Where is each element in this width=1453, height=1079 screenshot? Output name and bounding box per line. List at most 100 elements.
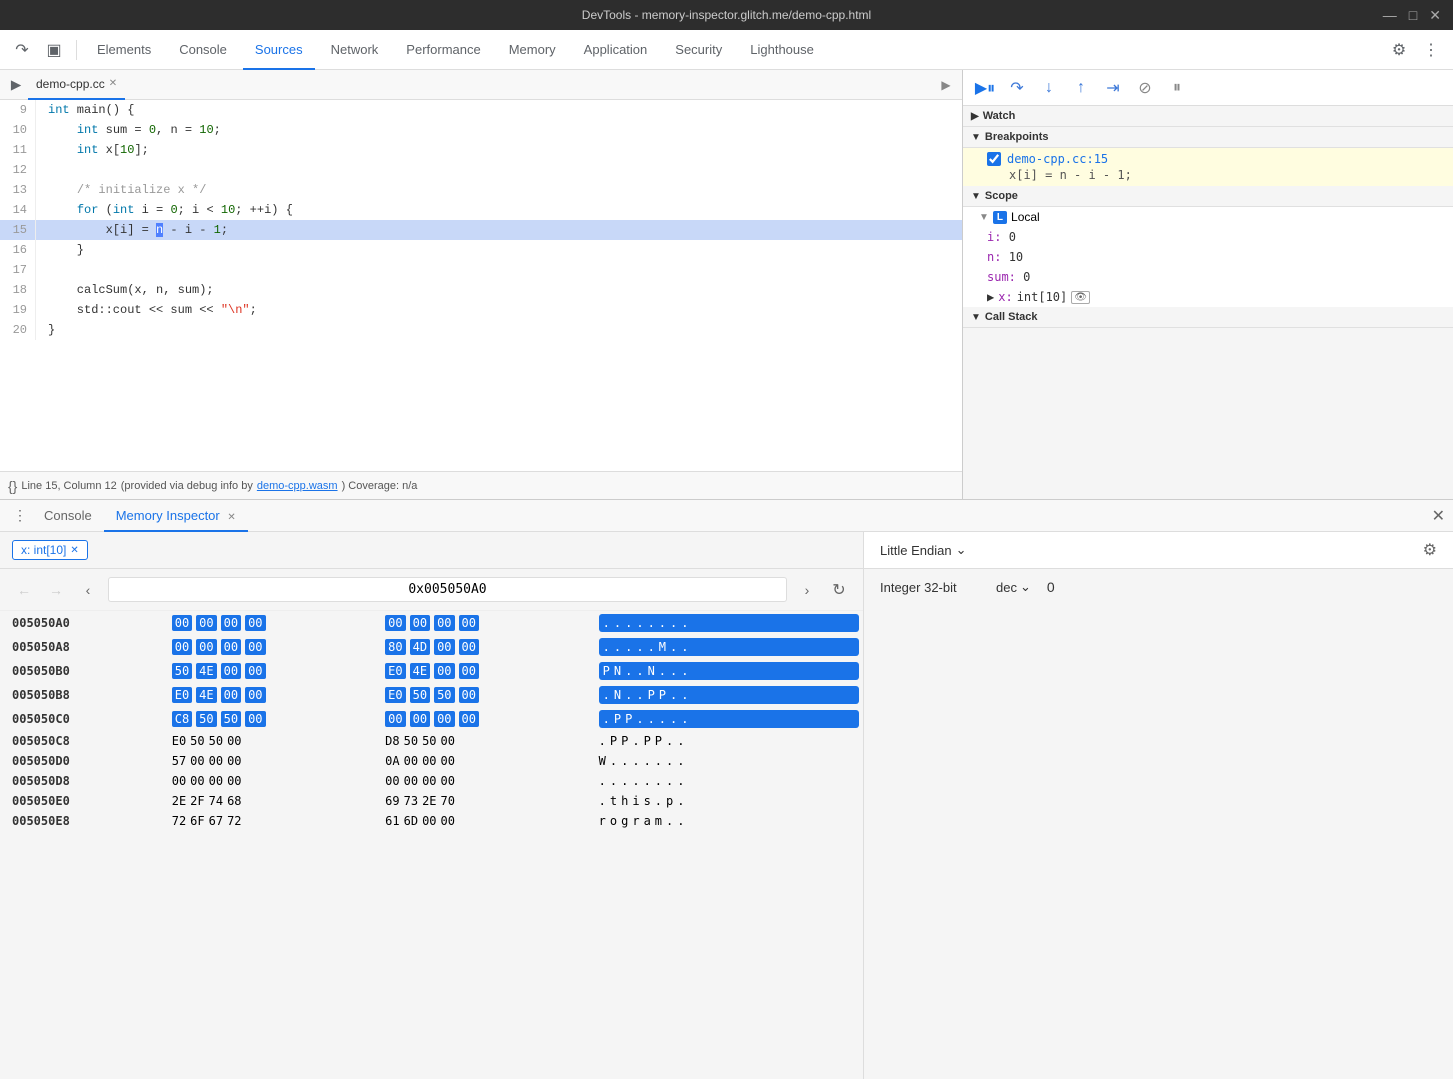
tab-memory[interactable]: Memory (497, 30, 568, 70)
int32-row: Integer 32-bit dec ⌄ 0 (864, 569, 1453, 605)
minimize-icon[interactable]: ― (1383, 7, 1397, 24)
mem-hex1-cell: 2E2F7468 (168, 791, 381, 811)
mem-chars-cell: .....M.. (595, 635, 863, 659)
memory-inspector-tab-close[interactable]: ✕ (227, 512, 235, 523)
source-run-btn[interactable]: ▶ (934, 73, 958, 97)
mem-hex2-cell: 00000000 (381, 611, 594, 635)
source-tabs: ▶ demo-cpp.cc ✕ ▶ (0, 70, 962, 100)
mem-addr-cell: 005050E8 (0, 811, 168, 831)
refresh-btn[interactable]: ↻ (827, 578, 851, 602)
title-bar: DevTools - memory-inspector.glitch.me/de… (0, 0, 1453, 30)
mem-addr-cell: 005050A8 (0, 635, 168, 659)
resume-btn[interactable]: ▶⏸ (971, 74, 999, 102)
code-area[interactable]: 9 int main() { 10 int sum = 0, n = 10; 1… (0, 100, 962, 471)
more-icon-btn[interactable]: ⋮ (1417, 36, 1445, 64)
mem-hex1-cell: 00000000 (168, 771, 381, 791)
top-panel: ▶ demo-cpp.cc ✕ ▶ 9 int main() { 10 int … (0, 70, 1453, 500)
addr-left-btn[interactable]: ‹ (76, 578, 100, 602)
mem-hex1-cell: 57000000 (168, 751, 381, 771)
bottom-panel-close-btn[interactable]: ✕ (1432, 506, 1445, 526)
watch-header[interactable]: ▶ Watch (963, 106, 1453, 127)
breakpoints-label: Breakpoints (985, 131, 1049, 143)
source-tab-close[interactable]: ✕ (109, 78, 117, 89)
endian-select[interactable]: Little Endian ⌄ (880, 542, 966, 558)
tab-security[interactable]: Security (663, 30, 734, 70)
mem-hex2-cell: E04E0000 (381, 659, 594, 683)
device-toggle-btn[interactable]: ▣ (40, 36, 68, 64)
mem-hex2-cell: 00000000 (381, 707, 594, 731)
code-line-9: 9 int main() { (0, 100, 962, 120)
endian-chevron: ⌄ (956, 542, 967, 558)
address-input[interactable] (108, 577, 787, 602)
mem-addr-cell: 005050A0 (0, 611, 168, 635)
mem-addr-cell: 005050D8 (0, 771, 168, 791)
mem-chars-cell: .PP.PP.. (595, 731, 863, 751)
step-over-btn[interactable]: ↷ (1003, 74, 1031, 102)
mem-hex2-cell: E0505000 (381, 683, 594, 707)
bottom-panel: ⋮ Console Memory Inspector ✕ ✕ x: int[10… (0, 500, 1453, 1079)
tab-sources[interactable]: Sources (243, 30, 315, 70)
maximize-icon[interactable]: □ (1409, 7, 1417, 24)
code-line-11: 11 int x[10]; (0, 140, 962, 160)
status-link[interactable]: demo-cpp.wasm (257, 480, 338, 492)
memory-chip[interactable]: x: int[10] ✕ (12, 540, 88, 560)
tab-performance[interactable]: Performance (394, 30, 492, 70)
code-line-20: 20 } (0, 320, 962, 340)
tab-application[interactable]: Application (572, 30, 660, 70)
tab-network[interactable]: Network (319, 30, 391, 70)
table-row: 005050D0570000000A000000W....... (0, 751, 863, 771)
watch-arrow: ▶ (971, 111, 979, 122)
breakpoints-content: demo-cpp.cc:15 x[i] = n - i - 1; (963, 148, 1453, 186)
memory-chip-close[interactable]: ✕ (70, 545, 78, 556)
tab-lighthouse[interactable]: Lighthouse (738, 30, 826, 70)
memory-chip-label: x: int[10] (21, 543, 66, 557)
addr-back-btn[interactable]: ← (12, 578, 36, 602)
table-row: 005050B0504E0000E04E0000PN..N... (0, 659, 863, 683)
table-row: 005050A800000000804D0000.....M.. (0, 635, 863, 659)
tab-console[interactable]: Console (167, 30, 239, 70)
scope-var-x[interactable]: ▶ x: int[10] 👁 (963, 287, 1453, 307)
table-row: 005050D80000000000000000........ (0, 771, 863, 791)
status-curly-icon: {} (8, 478, 17, 494)
code-line-10: 10 int sum = 0, n = 10; (0, 120, 962, 140)
tab-elements[interactable]: Elements (85, 30, 163, 70)
source-tab-democpp[interactable]: demo-cpp.cc ✕ (28, 70, 125, 100)
addr-forward-btn[interactable]: → (44, 578, 68, 602)
call-stack-header[interactable]: ▼ Call Stack (963, 307, 1453, 328)
panel-toggle-btn[interactable]: ▶ (4, 73, 28, 97)
mem-chars-cell: W....... (595, 751, 863, 771)
pause-on-exception-btn[interactable]: ⏸ (1163, 74, 1191, 102)
breakpoint-checkbox-1[interactable] (987, 152, 1001, 166)
source-tab-label: demo-cpp.cc (36, 77, 105, 91)
mem-hex2-cell: 00000000 (381, 771, 594, 791)
endian-settings-icon[interactable]: ⚙ (1423, 540, 1437, 560)
deactivate-btn[interactable]: ⊘ (1131, 74, 1159, 102)
window-controls[interactable]: ― □ ✕ (1383, 7, 1441, 24)
mem-hex2-cell: 0A000000 (381, 751, 594, 771)
mem-chars-cell: .this.p. (595, 791, 863, 811)
step-into-btn[interactable]: ↓ (1035, 74, 1063, 102)
endian-label: Little Endian (880, 543, 952, 558)
tab-console-bottom[interactable]: Console (32, 500, 104, 532)
scope-var-i: i: 0 (963, 227, 1453, 247)
breakpoints-header[interactable]: ▼ Breakpoints (963, 127, 1453, 148)
step-out-btn[interactable]: ↑ (1067, 74, 1095, 102)
scope-local-group[interactable]: ▼ L Local (963, 207, 1453, 227)
bottom-tabs: ⋮ Console Memory Inspector ✕ ✕ (0, 500, 1453, 532)
scope-local-label: Local (1011, 210, 1040, 224)
int32-format-chevron: ⌄ (1020, 579, 1031, 595)
int32-format[interactable]: dec ⌄ (996, 579, 1031, 595)
nav-right-icons: ⚙ ⋮ (1385, 36, 1445, 64)
memory-inspector-content: x: int[10] ✕ ← → ‹ › ↻ 005050A0000000000… (0, 532, 1453, 1079)
addr-right-btn[interactable]: › (795, 578, 819, 602)
mem-chars-cell: ........ (595, 611, 863, 635)
tab-memory-inspector[interactable]: Memory Inspector ✕ (104, 500, 248, 532)
bottom-toggle-btn[interactable]: ⋮ (8, 504, 32, 528)
settings-icon-btn[interactable]: ⚙ (1385, 36, 1413, 64)
scope-header[interactable]: ▼ Scope (963, 186, 1453, 207)
cursor-icon-btn[interactable]: ↷ (8, 36, 36, 64)
mem-addr-cell: 005050B8 (0, 683, 168, 707)
close-icon[interactable]: ✕ (1429, 7, 1441, 24)
step-btn[interactable]: ⇥ (1099, 74, 1127, 102)
mem-hex1-cell: E04E0000 (168, 683, 381, 707)
